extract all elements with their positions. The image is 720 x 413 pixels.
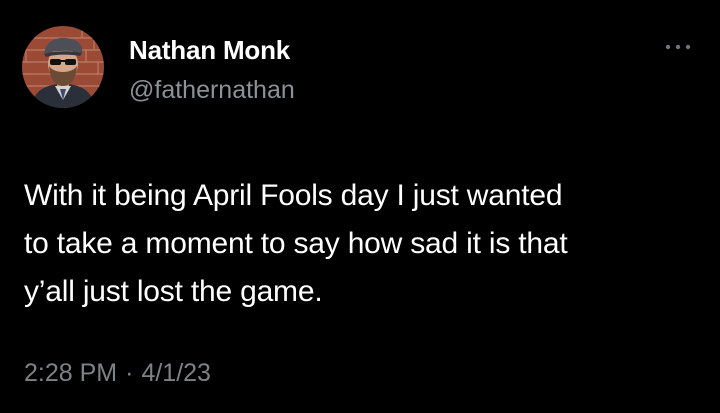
ellipsis-icon <box>665 44 691 50</box>
profile-photo-icon <box>22 26 104 108</box>
tweet-date[interactable]: 4/1/23 <box>141 359 211 387</box>
tweet-time[interactable]: 2:28 PM <box>24 359 117 387</box>
tweet-text: With it being April Fools day I just wan… <box>24 172 694 316</box>
tweet-text-line: to take a moment to say how sad it is th… <box>24 227 568 260</box>
more-options-button[interactable] <box>663 38 693 56</box>
timestamp-separator: · <box>125 359 134 387</box>
tweet-text-line: y’all just lost the game. <box>24 275 323 308</box>
tweet-timestamp[interactable]: 2:28 PM · 4/1/23 <box>24 359 211 388</box>
avatar[interactable] <box>22 26 104 108</box>
author-display-name[interactable]: Nathan Monk <box>129 35 290 66</box>
tweet-text-line: With it being April Fools day I just wan… <box>24 179 563 212</box>
tweet-card: Nathan Monk @fathernathan With it being … <box>0 0 720 413</box>
author-handle[interactable]: @fathernathan <box>129 76 295 105</box>
